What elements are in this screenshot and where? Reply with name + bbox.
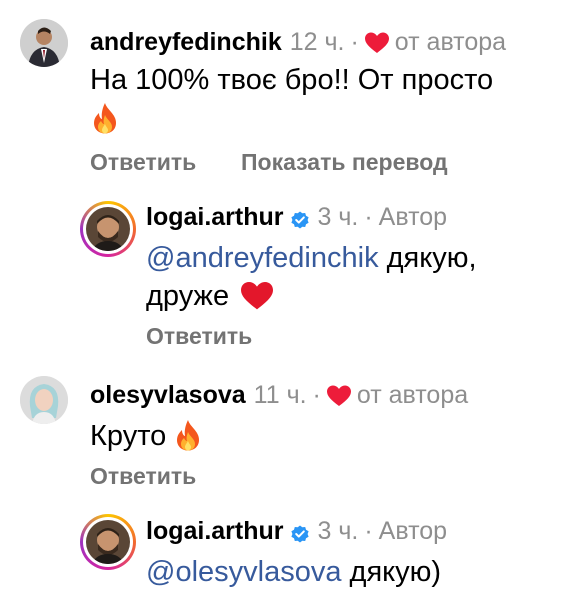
author-label: Автор [378,203,448,231]
reply-text-after-mention: дякую, [378,242,477,274]
red-heart-emoji-icon [241,281,274,311]
avatar-olesyvlasova[interactable] [20,376,68,424]
liked-by-author-label: от автора [356,381,469,409]
reply-text-line2-value: друже [146,280,230,312]
fire-emoji-icon [91,102,119,134]
heart-icon [326,384,351,406]
reply-text: @andreyfedinchik дякую, [146,240,477,276]
reply-text-after-mention: дякую) [341,556,442,588]
reply-time: 3 ч. [317,203,359,231]
reply-meta: logai.arthur 3 ч. · Автор [146,202,447,232]
reply-text: @olesyvlasova дякую) [146,554,441,590]
comment-username[interactable]: andreyfedinchik [90,27,282,57]
reply-username[interactable]: logai.arthur [146,516,284,546]
comment-time: 12 ч. [289,28,345,56]
reply-button[interactable]: Ответить [90,148,196,176]
author-label: Автор [378,517,448,545]
verified-badge-icon [290,207,310,229]
reply-text-line2: друже [146,278,274,314]
reply-button[interactable]: Ответить [146,322,252,350]
fire-emoji-icon [174,419,202,451]
reply-meta: logai.arthur 3 ч. · Автор [146,516,447,546]
reply-button[interactable]: Ответить [90,462,196,490]
avatar-logai-arthur[interactable] [80,201,136,257]
comment-text: На 100% твоє бро!! От просто [90,62,493,98]
heart-icon [364,31,389,53]
mention-link[interactable]: @andreyfedinchik [146,242,379,274]
comment-meta: andreyfedinchik 12 ч. · от автора [90,27,506,57]
separator-dot: · [350,28,359,56]
separator-dot: · [312,381,321,409]
comment-meta: olesyvlasova 11 ч. · от автора [90,380,468,410]
separator-dot: · [364,203,373,231]
show-translation-button[interactable]: Показать перевод [241,148,448,176]
liked-by-author-label: от автора [394,28,507,56]
comment-time: 11 ч. [253,381,307,409]
avatar-andreyfedinchik[interactable] [20,19,68,67]
reply-time: 3 ч. [317,517,359,545]
verified-badge-icon [290,521,310,543]
reply-username[interactable]: logai.arthur [146,202,284,232]
mention-link[interactable]: @olesyvlasova [146,556,341,588]
comment-text-value: Круто [90,420,167,452]
avatar-logai-arthur[interactable] [80,514,136,570]
comment-username[interactable]: olesyvlasova [90,380,246,410]
separator-dot: · [364,517,373,545]
comment-text: Круто [90,418,202,454]
comment-text-line: На 100% твоє бро!! От просто [90,64,494,96]
